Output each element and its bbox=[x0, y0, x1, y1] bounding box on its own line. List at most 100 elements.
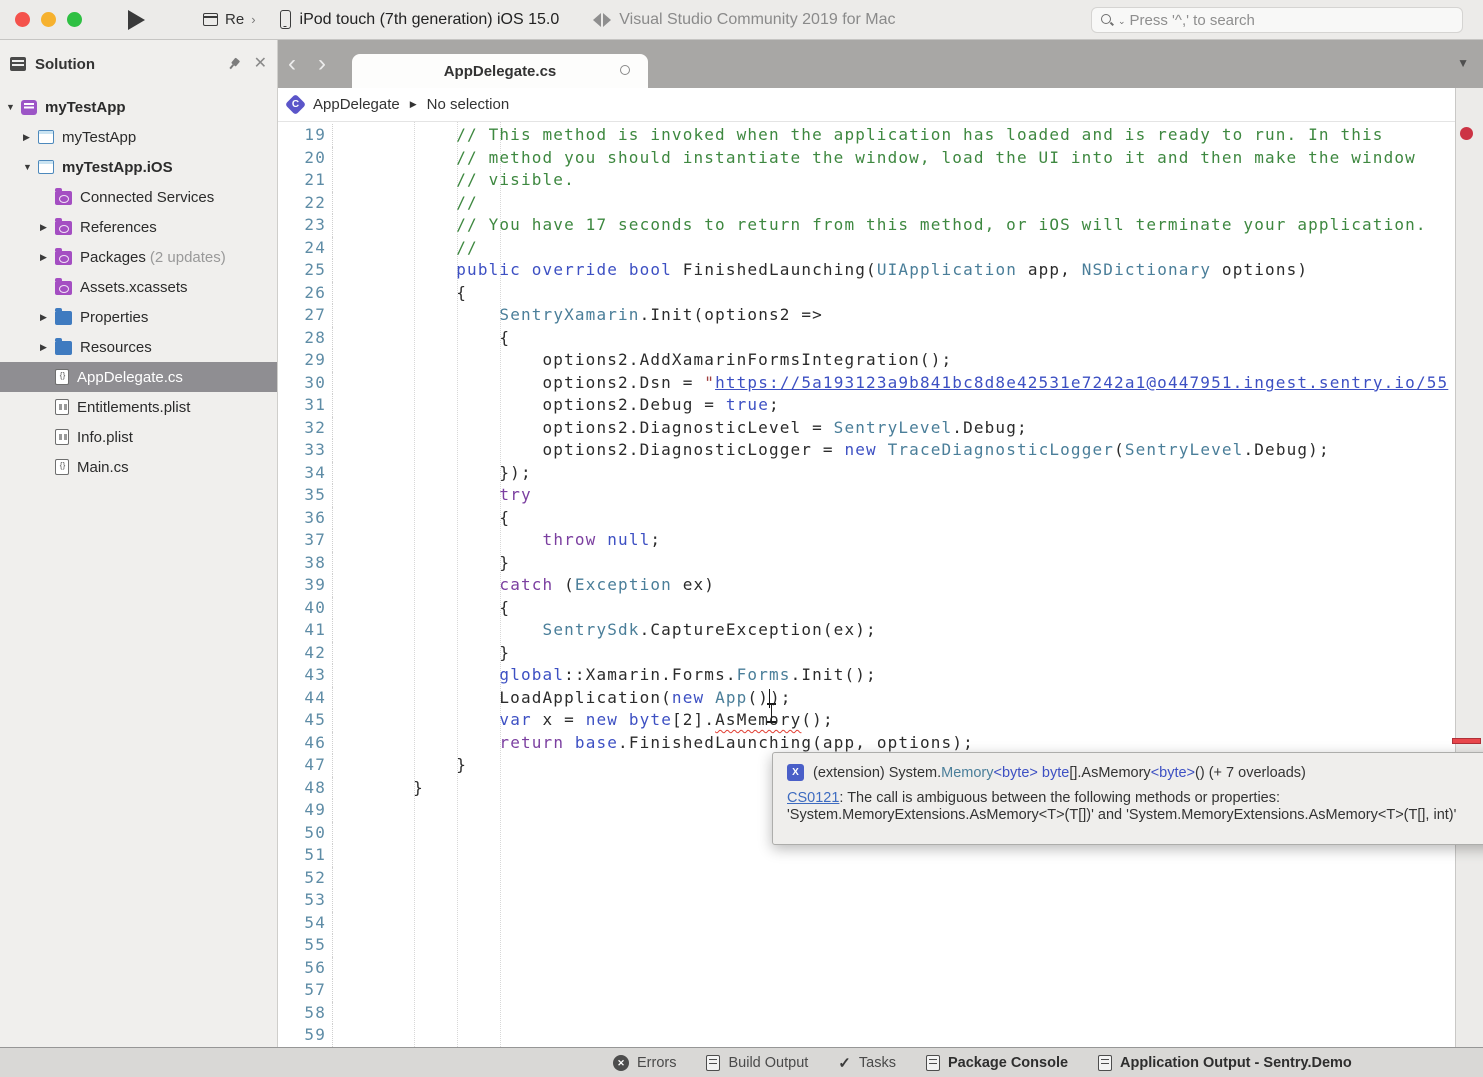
code-line[interactable]: 39 catch (Exception ex) bbox=[278, 574, 1455, 597]
minimize-window-button[interactable] bbox=[41, 12, 56, 27]
tab-appdelegate[interactable]: AppDelegate.cs bbox=[352, 54, 648, 88]
expander-icon[interactable]: ▶ bbox=[40, 312, 55, 323]
tree-item-mytestapp-ios[interactable]: ▼myTestApp.iOS bbox=[0, 152, 277, 182]
code-text: // visible. bbox=[333, 169, 575, 192]
tree-item-properties[interactable]: ▶Properties bbox=[0, 302, 277, 332]
code-line[interactable]: 54 bbox=[278, 912, 1455, 935]
code-line[interactable]: 24 // bbox=[278, 237, 1455, 260]
project-icon bbox=[38, 160, 54, 174]
code-text: catch (Exception ex) bbox=[333, 574, 715, 597]
code-line[interactable]: 57 bbox=[278, 979, 1455, 1002]
navigate-forward-button[interactable]: › bbox=[318, 52, 326, 76]
tree-item-info-plist[interactable]: Info.plist bbox=[0, 422, 277, 452]
navigate-back-button[interactable]: ‹ bbox=[288, 52, 296, 76]
tab-list-dropdown[interactable]: ▼ bbox=[1457, 56, 1469, 70]
code-line[interactable]: 35 try bbox=[278, 484, 1455, 507]
tree-item-references[interactable]: ▶References bbox=[0, 212, 277, 242]
build-configuration-selector[interactable]: Re › bbox=[203, 11, 256, 28]
code-line[interactable]: 40 { bbox=[278, 597, 1455, 620]
code-line[interactable]: 36 { bbox=[278, 507, 1455, 530]
tree-item-main-cs[interactable]: Main.cs bbox=[0, 452, 277, 482]
pin-icon[interactable] bbox=[225, 56, 242, 73]
code-line[interactable]: 42 } bbox=[278, 642, 1455, 665]
code-line[interactable]: 51 bbox=[278, 844, 1455, 867]
tree-item-resources[interactable]: ▶Resources bbox=[0, 332, 277, 362]
code-line[interactable]: 34 }); bbox=[278, 462, 1455, 485]
bottom-pad-bar: ✕Errors Build Output ✓Tasks Package Console… bbox=[0, 1047, 1483, 1077]
close-icon[interactable]: ✕ bbox=[254, 56, 267, 72]
search-field[interactable]: ⌄ bbox=[1091, 7, 1463, 33]
code-line[interactable]: 21 // visible. bbox=[278, 169, 1455, 192]
code-line[interactable]: 38 } bbox=[278, 552, 1455, 575]
app-title: Visual Studio Community 2019 for Mac bbox=[619, 11, 895, 29]
plist-file-icon bbox=[55, 399, 69, 415]
line-number: 49 bbox=[278, 799, 333, 822]
expander-icon[interactable]: ▶ bbox=[40, 252, 55, 263]
folder-purple-icon bbox=[55, 221, 72, 235]
expander-icon[interactable]: ▶ bbox=[23, 132, 38, 143]
expander-icon[interactable]: ▼ bbox=[23, 162, 38, 172]
tree-item-connected-services[interactable]: Connected Services bbox=[0, 182, 277, 212]
breadcrumb-selection[interactable]: No selection bbox=[427, 96, 510, 113]
code-line[interactable]: 32 options2.DiagnosticLevel = SentryLeve… bbox=[278, 417, 1455, 440]
line-number: 27 bbox=[278, 304, 333, 327]
code-line[interactable]: 55 bbox=[278, 934, 1455, 957]
code-text: // You have 17 seconds to return from th… bbox=[333, 214, 1427, 237]
scrollbar-error-marker[interactable] bbox=[1452, 738, 1481, 744]
device-label: iPod touch (7th generation) iOS 15.0 bbox=[300, 11, 560, 29]
pad-button-label: Package Console bbox=[948, 1055, 1068, 1071]
search-input[interactable] bbox=[1130, 12, 1454, 29]
tree-item-assets-xcassets[interactable]: Assets.xcassets bbox=[0, 272, 277, 302]
tree-item-label: Main.cs bbox=[77, 459, 129, 476]
code-line[interactable]: 22 // bbox=[278, 192, 1455, 215]
code-line[interactable]: 20 // method you should instantiate the … bbox=[278, 147, 1455, 170]
tree-item-mytestapp[interactable]: ▼myTestApp bbox=[0, 92, 277, 122]
run-button[interactable] bbox=[128, 10, 145, 30]
code-line[interactable]: 29 options2.AddXamarinFormsIntegration()… bbox=[278, 349, 1455, 372]
code-line[interactable]: 53 bbox=[278, 889, 1455, 912]
tree-item-appdelegate-cs[interactable]: AppDelegate.cs bbox=[0, 362, 277, 392]
configuration-icon bbox=[203, 13, 218, 26]
tree-item-mytestapp[interactable]: ▶myTestApp bbox=[0, 122, 277, 152]
expander-icon[interactable]: ▶ bbox=[40, 222, 55, 233]
expander-icon[interactable]: ▼ bbox=[6, 102, 21, 112]
expander-icon[interactable]: ▶ bbox=[40, 342, 55, 353]
tree-item-packages[interactable]: ▶Packages(2 updates) bbox=[0, 242, 277, 272]
code-line[interactable]: 52 bbox=[278, 867, 1455, 890]
code-line[interactable]: 28 { bbox=[278, 327, 1455, 350]
pad-button-tasks[interactable]: ✓Tasks bbox=[838, 1054, 896, 1072]
code-line[interactable]: 58 bbox=[278, 1002, 1455, 1025]
code-line[interactable]: 44 LoadApplication(new App()); bbox=[278, 687, 1455, 710]
code-line[interactable]: 46 return base.FinishedLaunching(app, op… bbox=[278, 732, 1455, 755]
breadcrumb-class[interactable]: AppDelegate bbox=[313, 96, 400, 113]
zoom-window-button[interactable] bbox=[67, 12, 82, 27]
code-line[interactable]: 31 options2.Debug = true; bbox=[278, 394, 1455, 417]
code-line[interactable]: 59 bbox=[278, 1024, 1455, 1047]
code-line[interactable]: 33 options2.DiagnosticLogger = new Trace… bbox=[278, 439, 1455, 462]
close-window-button[interactable] bbox=[15, 12, 30, 27]
pad-button-package-console[interactable]: Package Console bbox=[926, 1055, 1068, 1071]
line-number: 38 bbox=[278, 552, 333, 575]
code-line[interactable]: 19 // This method is invoked when the ap… bbox=[278, 124, 1455, 147]
code-line[interactable]: 45 var x = new byte[2].AsMemory(); bbox=[278, 709, 1455, 732]
code-line[interactable]: 23 // You have 17 seconds to return from… bbox=[278, 214, 1455, 237]
scrollbar-track[interactable] bbox=[1455, 88, 1483, 1047]
code-line[interactable]: 43 global::Xamarin.Forms.Forms.Init(); bbox=[278, 664, 1455, 687]
code-line[interactable]: 56 bbox=[278, 957, 1455, 980]
line-number: 28 bbox=[278, 327, 333, 350]
tab-bar: ‹ › AppDelegate.cs ▼ bbox=[278, 40, 1483, 88]
device-selector[interactable]: iPod touch (7th generation) iOS 15.0 bbox=[280, 10, 560, 29]
code-line[interactable]: 26 { bbox=[278, 282, 1455, 305]
pad-button-build-output[interactable]: Build Output bbox=[706, 1055, 808, 1071]
code-line[interactable]: 37 throw null; bbox=[278, 529, 1455, 552]
tree-item-entitlements-plist[interactable]: Entitlements.plist bbox=[0, 392, 277, 422]
code-line[interactable]: 25 public override bool FinishedLaunchin… bbox=[278, 259, 1455, 282]
code-editor[interactable]: 19 // This method is invoked when the ap… bbox=[278, 122, 1455, 1047]
tooltip-error-message: CS0121: The call is ambiguous between th… bbox=[787, 790, 1483, 824]
code-line[interactable]: 41 SentrySdk.CaptureException(ex); bbox=[278, 619, 1455, 642]
pad-button-application-output-sentry-demo[interactable]: Application Output - Sentry.Demo bbox=[1098, 1055, 1352, 1071]
pad-button-errors[interactable]: ✕Errors bbox=[613, 1055, 676, 1071]
code-line[interactable]: 27 SentryXamarin.Init(options2 => bbox=[278, 304, 1455, 327]
error-code-link[interactable]: CS0121 bbox=[787, 790, 839, 806]
code-line[interactable]: 30 options2.Dsn = "https://5a193123a9b84… bbox=[278, 372, 1455, 395]
